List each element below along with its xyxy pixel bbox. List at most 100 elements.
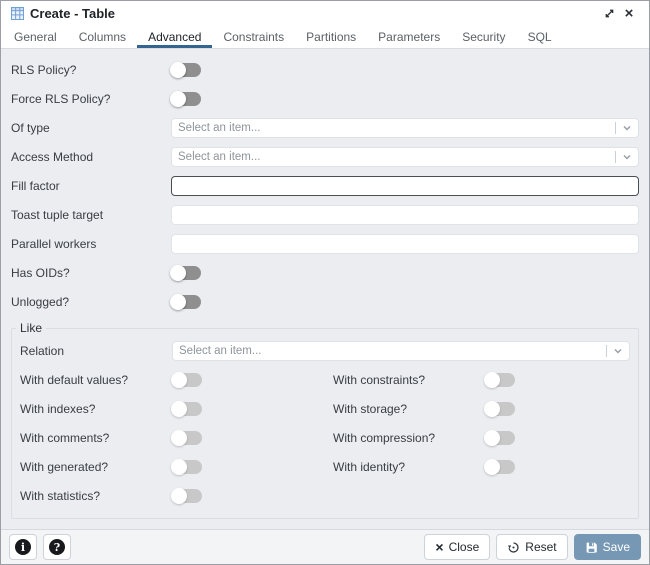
with-indexes-label: With indexes? xyxy=(20,401,96,416)
tab-sql[interactable]: SQL xyxy=(517,26,563,48)
rls-policy-label: RLS Policy? xyxy=(11,62,77,77)
toggle-knob xyxy=(484,400,500,417)
toast-tuple-target-input[interactable] xyxy=(171,204,639,225)
with-compression-label: With compression? xyxy=(333,430,436,445)
toggle-knob xyxy=(171,487,187,504)
info-icon: i xyxy=(15,539,31,555)
close-button-label: Close xyxy=(448,540,480,554)
relation-select[interactable]: Select an item... xyxy=(172,340,630,361)
select-separator xyxy=(606,344,607,357)
with-compression-cell: With compression? xyxy=(325,423,630,452)
dialog-tabs: General Columns Advanced Constraints Par… xyxy=(1,26,649,49)
toggle-knob xyxy=(170,61,186,78)
rls-policy-row: RLS Policy? xyxy=(11,55,639,84)
with-default-values-cell: With default values? xyxy=(20,365,325,394)
select-placeholder: Select an item... xyxy=(178,150,261,163)
like-toggles-row: With comments? With compression? xyxy=(20,423,630,452)
help-button[interactable]: ? xyxy=(43,534,71,560)
of-type-select[interactable]: Select an item... xyxy=(171,117,639,138)
help-icon: ? xyxy=(49,539,65,555)
close-icon: × xyxy=(435,538,444,555)
maximize-icon[interactable] xyxy=(599,4,619,24)
tab-partitions[interactable]: Partitions xyxy=(295,26,367,48)
table-icon xyxy=(11,7,24,20)
with-storage-toggle xyxy=(484,400,515,417)
tab-parameters[interactable]: Parameters xyxy=(367,26,451,48)
toggle-knob xyxy=(171,400,187,417)
fill-factor-input[interactable] xyxy=(171,175,639,196)
window-close-icon[interactable]: × xyxy=(619,4,639,24)
parallel-workers-input[interactable] xyxy=(171,233,639,254)
sql-info-button[interactable]: i xyxy=(9,534,37,560)
with-identity-label: With identity? xyxy=(333,459,406,474)
tab-constraints[interactable]: Constraints xyxy=(212,26,295,48)
with-constraints-label: With constraints? xyxy=(333,372,426,387)
tab-columns[interactable]: Columns xyxy=(68,26,137,48)
force-rls-policy-row: Force RLS Policy? xyxy=(11,84,639,113)
close-button[interactable]: × Close xyxy=(424,534,491,560)
dialog-titlebar: Create - Table × xyxy=(1,1,649,26)
has-oids-row: Has OIDs? xyxy=(11,258,639,287)
toggle-knob xyxy=(171,458,187,475)
rls-policy-toggle[interactable] xyxy=(170,61,201,78)
tab-general[interactable]: General xyxy=(3,26,68,48)
with-generated-toggle xyxy=(171,458,202,475)
with-compression-toggle xyxy=(484,429,515,446)
with-statistics-cell: With statistics? xyxy=(20,481,325,510)
like-section: Like Relation Select an item... With def… xyxy=(11,321,639,519)
with-comments-toggle xyxy=(171,429,202,446)
unlogged-label: Unlogged? xyxy=(11,294,70,309)
reset-icon xyxy=(508,541,519,553)
parallel-workers-label: Parallel workers xyxy=(11,236,97,251)
reset-button-label: Reset xyxy=(525,540,557,554)
tab-advanced[interactable]: Advanced xyxy=(137,26,213,48)
tab-security[interactable]: Security xyxy=(451,26,516,48)
select-separator xyxy=(615,150,616,163)
with-default-values-toggle xyxy=(171,371,202,388)
unlogged-row: Unlogged? xyxy=(11,287,639,316)
with-storage-cell: With storage? xyxy=(325,394,630,423)
with-comments-cell: With comments? xyxy=(20,423,325,452)
toggle-knob xyxy=(170,90,186,107)
empty-cell xyxy=(325,481,630,510)
with-constraints-cell: With constraints? xyxy=(325,365,630,394)
relation-label: Relation xyxy=(20,343,65,358)
with-comments-label: With comments? xyxy=(20,430,110,445)
chevron-down-icon xyxy=(623,125,631,131)
toggle-knob xyxy=(484,371,500,388)
save-button-label: Save xyxy=(602,540,630,554)
like-toggles-row: With indexes? With storage? xyxy=(20,394,630,423)
dialog-footer: i ? × Close Reset Save xyxy=(1,529,649,564)
has-oids-toggle[interactable] xyxy=(170,264,201,281)
toggle-knob xyxy=(171,371,187,388)
of-type-label: Of type xyxy=(11,120,50,135)
with-storage-label: With storage? xyxy=(333,401,408,416)
access-method-label: Access Method xyxy=(11,149,94,164)
select-separator xyxy=(615,121,616,134)
parallel-workers-row: Parallel workers xyxy=(11,229,639,258)
has-oids-label: Has OIDs? xyxy=(11,265,70,280)
access-method-select[interactable]: Select an item... xyxy=(171,146,639,167)
reset-button[interactable]: Reset xyxy=(496,534,568,560)
fill-factor-row: Fill factor xyxy=(11,171,639,200)
save-button[interactable]: Save xyxy=(573,534,641,560)
unlogged-toggle[interactable] xyxy=(170,293,201,310)
with-indexes-toggle xyxy=(171,400,202,417)
select-placeholder: Select an item... xyxy=(179,344,262,357)
with-constraints-toggle xyxy=(484,371,515,388)
force-rls-policy-toggle[interactable] xyxy=(170,90,201,107)
force-rls-policy-label: Force RLS Policy? xyxy=(11,91,111,106)
like-toggles-row: With statistics? xyxy=(20,481,630,510)
chevron-down-icon xyxy=(614,348,622,354)
with-generated-label: With generated? xyxy=(20,459,109,474)
advanced-tab-panel: RLS Policy? Force RLS Policy? Of type Se… xyxy=(1,49,649,529)
toast-tuple-target-label: Toast tuple target xyxy=(11,207,104,222)
with-generated-cell: With generated? xyxy=(20,452,325,481)
create-table-dialog: Create - Table × General Columns Advance… xyxy=(0,0,650,565)
with-identity-cell: With identity? xyxy=(325,452,630,481)
like-toggles-row: With default values? With constraints? xyxy=(20,365,630,394)
save-icon xyxy=(586,542,597,553)
access-method-row: Access Method Select an item... xyxy=(11,142,639,171)
with-statistics-label: With statistics? xyxy=(20,488,101,503)
with-identity-toggle xyxy=(484,458,515,475)
